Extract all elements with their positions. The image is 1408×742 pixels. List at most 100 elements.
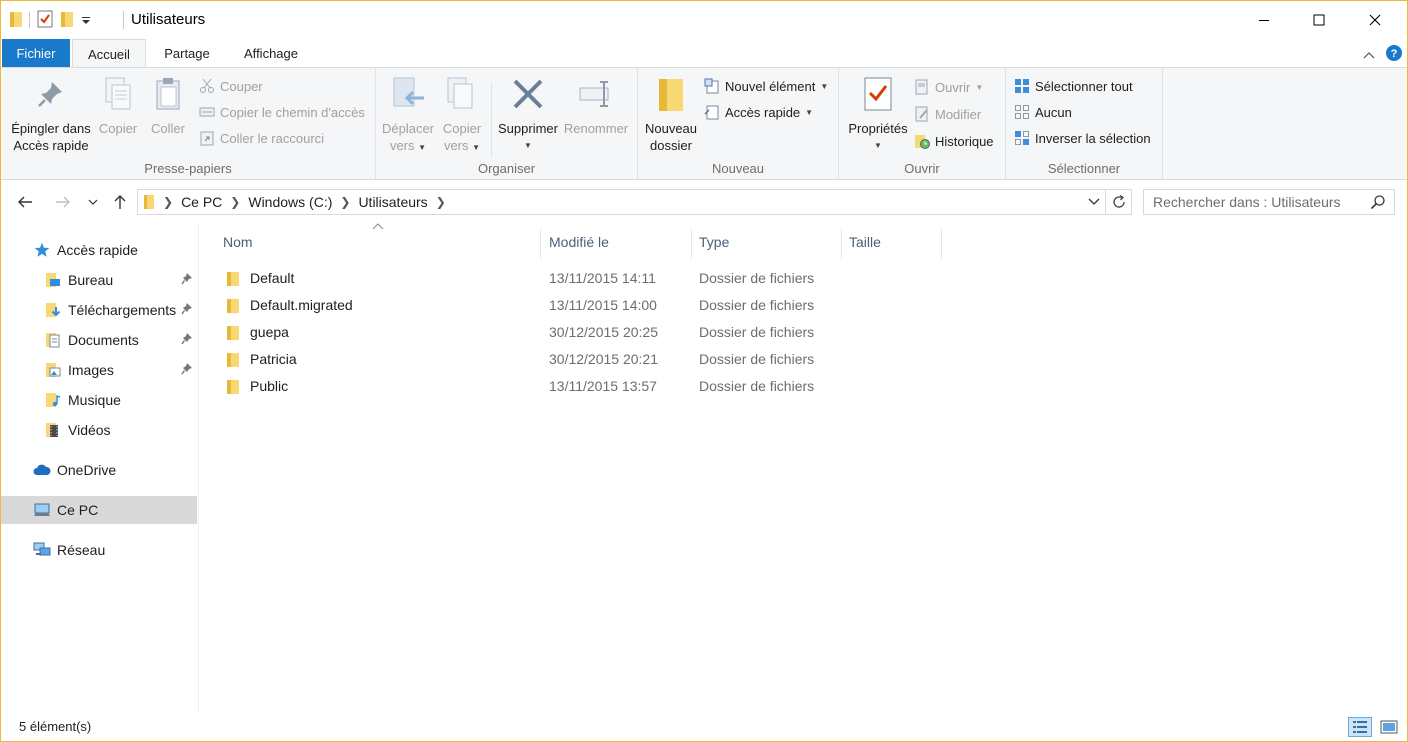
new-folder-button[interactable]: Nouveau dossier — [640, 74, 702, 154]
refresh-button[interactable] — [1106, 189, 1132, 215]
breadcrumb-separator-icon[interactable]: ❯ — [228, 195, 242, 209]
delete-label: Supprimer — [498, 121, 558, 136]
file-type: Dossier de fichiers — [699, 324, 815, 340]
nav-item-music[interactable]: Musique — [1, 386, 197, 414]
delete-button[interactable]: Supprimer ▼ — [496, 74, 560, 154]
nav-onedrive[interactable]: OneDrive — [1, 456, 197, 484]
breadcrumb-separator-icon[interactable]: ❯ — [434, 195, 448, 209]
nav-item-downloads[interactable]: Téléchargements — [1, 296, 197, 324]
paste-button[interactable]: Coller — [145, 74, 191, 137]
paste-shortcut-button[interactable]: Coller le raccourci — [199, 127, 324, 149]
new-item-icon — [704, 78, 720, 94]
forward-button[interactable] — [52, 191, 74, 213]
copy-button[interactable]: Copier — [95, 74, 141, 137]
table-row[interactable]: Default.migrated 13/11/2015 14:00 Dossie… — [218, 293, 958, 320]
nav-quick-access[interactable]: Accès rapide — [1, 236, 197, 264]
nav-this-pc-label: Ce PC — [57, 502, 99, 518]
new-item-button[interactable]: Nouvel élément ▼ — [704, 75, 828, 97]
videos-folder-icon — [44, 421, 62, 439]
pin-icon[interactable] — [181, 362, 193, 379]
cut-button[interactable]: Couper — [199, 75, 263, 97]
group-organize: Déplacer vers ▼ Copier vers ▼ Supprimer … — [376, 68, 638, 179]
easy-access-button[interactable]: Accès rapide ▼ — [704, 101, 813, 123]
search-box[interactable]: Rechercher dans : Utilisateurs — [1143, 189, 1395, 215]
table-row[interactable]: Default 13/11/2015 14:11 Dossier de fich… — [218, 266, 958, 293]
address-bar[interactable]: ❯ Ce PC ❯ Windows (C:) ❯ Utilisateurs ❯ — [137, 189, 1106, 215]
recent-locations-button[interactable] — [84, 191, 102, 213]
up-button[interactable] — [109, 191, 131, 213]
move-to-button[interactable]: Déplacer vers ▼ — [380, 74, 436, 156]
breadcrumb-users[interactable]: Utilisateurs — [352, 194, 433, 210]
collapse-ribbon-icon[interactable] — [1363, 47, 1375, 63]
copy-path-icon — [199, 104, 215, 120]
select-all-button[interactable]: Sélectionner tout — [1014, 75, 1133, 97]
folder-icon[interactable] — [9, 10, 23, 31]
copy-to-label-line2: vers ▼ — [443, 138, 481, 153]
pin-icon[interactable] — [181, 332, 193, 349]
edit-button[interactable]: Modifier — [914, 103, 981, 125]
properties-button[interactable]: Propriétés ▼ — [843, 74, 913, 154]
table-row[interactable]: Patricia 30/12/2015 20:21 Dossier de fic… — [218, 347, 958, 374]
nav-item-pictures[interactable]: Images — [1, 356, 197, 384]
rename-button[interactable]: Renommer — [562, 74, 630, 137]
close-button[interactable] — [1352, 1, 1398, 39]
file-type: Dossier de fichiers — [699, 270, 815, 286]
select-none-icon — [1014, 104, 1030, 120]
search-icon[interactable] — [1370, 194, 1386, 213]
invert-selection-button[interactable]: Inverser la sélection — [1014, 127, 1151, 149]
breadcrumb-this-pc[interactable]: Ce PC — [175, 194, 228, 210]
pin-icon[interactable] — [181, 272, 193, 289]
file-name: Patricia — [250, 351, 297, 367]
documents-folder-icon — [44, 331, 62, 349]
nav-item-documents[interactable]: Documents — [1, 326, 197, 354]
ribbon: Épingler dans Accès rapide Copier Coller — [1, 67, 1407, 180]
new-folder-icon[interactable] — [60, 10, 74, 31]
address-dropdown-button[interactable] — [1083, 190, 1105, 214]
pin-quick-access-button[interactable]: Épingler dans Accès rapide — [7, 74, 95, 154]
title-divider — [123, 11, 124, 29]
nav-item-label: Téléchargements — [68, 302, 177, 318]
breadcrumb-separator-icon[interactable]: ❯ — [338, 195, 352, 209]
table-row[interactable]: guepa 30/12/2015 20:25 Dossier de fichie… — [218, 320, 958, 347]
open-button[interactable]: Ouvrir ▼ — [914, 76, 983, 98]
column-header-size[interactable]: Taille — [842, 229, 942, 259]
history-label: Historique — [935, 133, 994, 149]
folder-icon — [226, 298, 240, 317]
details-view-button[interactable] — [1348, 717, 1372, 737]
nav-network[interactable]: Réseau — [1, 536, 197, 564]
properties-label: Propriétés — [848, 121, 908, 136]
file-modified: 30/12/2015 20:25 — [549, 324, 658, 340]
maximize-button[interactable] — [1296, 1, 1342, 39]
back-button[interactable] — [14, 191, 36, 213]
customize-toolbar-icon[interactable] — [80, 10, 92, 31]
cut-label: Couper — [220, 78, 263, 94]
table-row[interactable]: Public 13/11/2015 13:57 Dossier de fichi… — [218, 374, 958, 401]
breadcrumb-drive-c[interactable]: Windows (C:) — [242, 194, 338, 210]
column-header-type[interactable]: Type — [692, 229, 842, 259]
tab-view[interactable]: Affichage — [227, 39, 315, 68]
nav-this-pc[interactable]: Ce PC — [1, 496, 197, 524]
column-header-name[interactable]: Nom — [216, 229, 541, 259]
paste-icon — [150, 74, 186, 114]
select-none-button[interactable]: Aucun — [1014, 101, 1072, 123]
help-icon[interactable]: ? — [1385, 44, 1403, 65]
copy-path-button[interactable]: Copier le chemin d'accès — [199, 101, 365, 123]
tab-home[interactable]: Accueil — [72, 39, 146, 69]
new-folder-icon — [653, 74, 689, 114]
copy-to-button[interactable]: Copier vers ▼ — [436, 74, 488, 156]
pin-icon[interactable] — [181, 302, 193, 319]
minimize-button[interactable] — [1241, 1, 1287, 39]
nav-item-desktop[interactable]: Bureau — [1, 266, 197, 294]
tab-file[interactable]: Fichier — [2, 39, 70, 68]
file-modified: 13/11/2015 14:11 — [549, 270, 656, 286]
nav-item-videos[interactable]: Vidéos — [1, 416, 197, 444]
tab-share[interactable]: Partage — [151, 39, 223, 68]
breadcrumb-separator-icon[interactable]: ❯ — [161, 195, 175, 209]
rename-label: Renommer — [563, 121, 629, 136]
history-button[interactable]: Historique — [914, 130, 994, 152]
properties-icon[interactable] — [36, 10, 54, 31]
large-icons-view-button[interactable] — [1377, 717, 1401, 737]
nav-item-label: Documents — [68, 332, 139, 348]
delete-dropdown-icon: ▼ — [524, 141, 532, 150]
column-header-modified[interactable]: Modifié le — [542, 229, 692, 259]
